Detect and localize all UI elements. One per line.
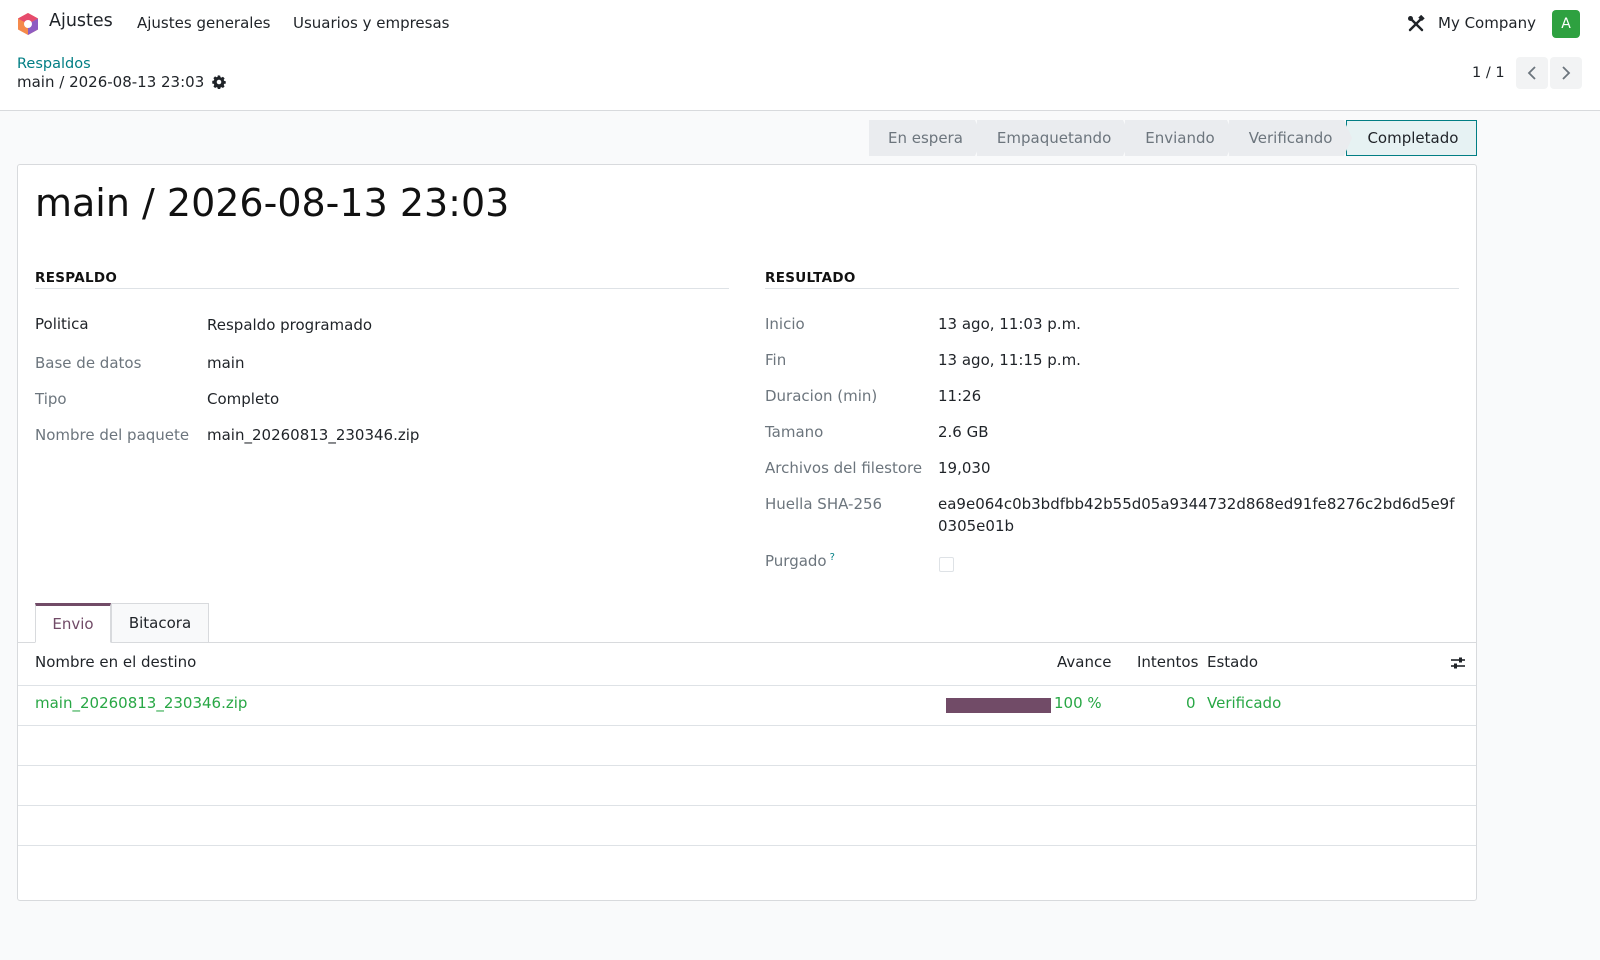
field-label-archivos-filestore: Archivos del filestore bbox=[765, 459, 923, 477]
field-label-inicio: Inicio bbox=[765, 315, 805, 333]
stage-empaquetando[interactable]: Empaquetando bbox=[976, 120, 1132, 156]
field-value-inicio: 13 ago, 11:03 p.m. bbox=[938, 315, 1081, 333]
stage-completado[interactable]: Completado bbox=[1346, 120, 1478, 156]
stage-en-espera[interactable]: En espera bbox=[869, 120, 983, 156]
row-attempts: 0 bbox=[1186, 694, 1196, 712]
purgado-checkbox[interactable] bbox=[939, 557, 954, 572]
tools-icon[interactable] bbox=[1407, 15, 1425, 33]
group-divider bbox=[765, 288, 1459, 289]
user-avatar[interactable]: A bbox=[1552, 10, 1580, 38]
breadcrumb-parent[interactable]: Respaldos bbox=[17, 56, 91, 72]
group-title-resultado: RESULTADO bbox=[765, 270, 856, 286]
table-row-divider bbox=[18, 845, 1476, 846]
pager-previous-button[interactable] bbox=[1516, 57, 1548, 89]
tab-bitacora[interactable]: Bitacora bbox=[111, 603, 209, 643]
app-name[interactable]: Ajustes bbox=[49, 11, 113, 31]
field-label-huella: Huella SHA-256 bbox=[765, 495, 883, 513]
stage-verificando[interactable]: Verificando bbox=[1228, 120, 1353, 156]
stage-enviando[interactable]: Enviando bbox=[1125, 120, 1236, 156]
form-sheet: main / 2026-08-13 23:03 RESPALDO Politic… bbox=[17, 164, 1477, 901]
field-value-base-datos[interactable]: main bbox=[207, 354, 244, 372]
top-navbar: Ajustes Ajustes generales Usuarios y emp… bbox=[0, 0, 1600, 48]
table-row-divider bbox=[18, 805, 1476, 806]
field-label-fin: Fin bbox=[765, 351, 787, 369]
field-value-politica[interactable]: Respaldo programado bbox=[207, 316, 372, 334]
tab-divider bbox=[18, 642, 1476, 643]
column-header-intentos[interactable]: Intentos bbox=[1137, 653, 1198, 671]
progress-bar bbox=[946, 698, 1051, 713]
gear-icon[interactable] bbox=[212, 75, 226, 89]
menu-ajustes-generales[interactable]: Ajustes generales bbox=[137, 14, 271, 32]
company-switcher[interactable]: My Company bbox=[1438, 14, 1536, 32]
breadcrumb-current: main / 2026-08-13 23:03 bbox=[17, 73, 226, 91]
column-header-nombre[interactable]: Nombre en el destino bbox=[35, 653, 196, 671]
progress-bar-fill bbox=[946, 698, 1051, 713]
field-label-base-datos: Base de datos bbox=[35, 354, 142, 372]
chevron-right-icon bbox=[1562, 66, 1571, 80]
pager-next-button[interactable] bbox=[1550, 57, 1582, 89]
control-panel: Respaldos main / 2026-08-13 23:03 1 / 1 bbox=[0, 48, 1600, 111]
field-label-nombre-paquete: Nombre del paquete bbox=[35, 426, 190, 444]
field-value-tipo[interactable]: Completo bbox=[207, 390, 279, 408]
pager-value[interactable]: 1 / 1 bbox=[1472, 65, 1505, 81]
menu-usuarios-empresas[interactable]: Usuarios y empresas bbox=[293, 14, 449, 32]
field-label-politica: Politica bbox=[35, 315, 89, 333]
chevron-left-icon bbox=[1527, 66, 1536, 80]
row-name[interactable]: main_20260813_230346.zip bbox=[35, 694, 247, 712]
table-divider bbox=[18, 685, 1476, 686]
column-header-estado[interactable]: Estado bbox=[1207, 653, 1258, 671]
status-bar: En espera Empaquetando Enviando Verifica… bbox=[869, 120, 1479, 156]
field-label-tipo: Tipo bbox=[35, 390, 67, 408]
field-value-huella: ea9e064c0b3bdfbb42b55d05a9344732d868ed91… bbox=[938, 495, 1455, 535]
table-row-divider bbox=[18, 725, 1476, 726]
row-progress-label: 100 % bbox=[1054, 694, 1102, 712]
row-state: Verificado bbox=[1207, 694, 1282, 712]
app-logo-icon[interactable] bbox=[17, 12, 39, 36]
record-title: main / 2026-08-13 23:03 bbox=[35, 181, 510, 225]
field-value-archivos-filestore: 19,030 bbox=[938, 459, 991, 477]
field-value-duracion: 11:26 bbox=[938, 387, 982, 405]
field-label-tamano: Tamano bbox=[765, 423, 824, 441]
group-divider bbox=[35, 288, 729, 289]
tab-envio[interactable]: Envio bbox=[35, 603, 111, 643]
help-tooltip-icon[interactable]: ? bbox=[830, 552, 835, 563]
breadcrumb-current-label: main / 2026-08-13 23:03 bbox=[17, 73, 205, 91]
field-value-nombre-paquete[interactable]: main_20260813_230346.zip bbox=[207, 426, 419, 444]
field-value-tamano: 2.6 GB bbox=[938, 423, 989, 441]
optional-columns-icon[interactable] bbox=[1450, 655, 1466, 671]
field-value-fin: 13 ago, 11:15 p.m. bbox=[938, 351, 1081, 369]
field-label-duracion: Duracion (min) bbox=[765, 387, 878, 405]
field-label-purgado-text: Purgado bbox=[765, 552, 827, 570]
table-row-divider bbox=[18, 765, 1476, 766]
column-header-avance[interactable]: Avance bbox=[1057, 653, 1111, 671]
group-title-respaldo: RESPALDO bbox=[35, 270, 118, 286]
field-label-purgado: Purgado? bbox=[765, 552, 835, 570]
